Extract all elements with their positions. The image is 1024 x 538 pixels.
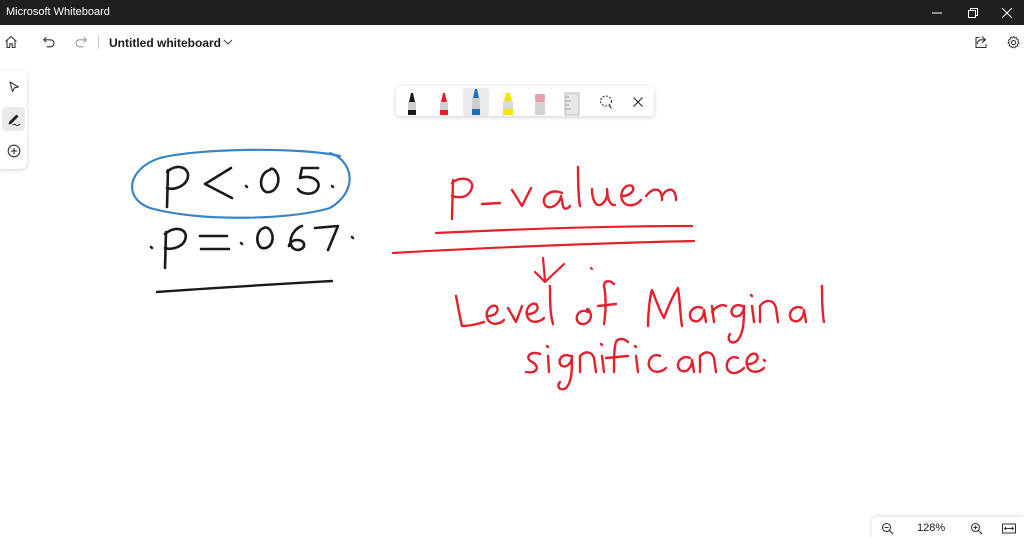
document-title[interactable]: Untitled whiteboard xyxy=(109,36,221,50)
fit-to-screen-button[interactable] xyxy=(1001,520,1017,536)
zoom-in-icon xyxy=(970,522,982,534)
close-icon xyxy=(1002,7,1012,18)
zoom-out-button[interactable] xyxy=(879,520,895,536)
fit-width-icon xyxy=(1002,523,1016,533)
zoom-in-button[interactable] xyxy=(968,520,984,536)
home-button[interactable] xyxy=(2,33,20,51)
ink-stroke-red-underline-1 xyxy=(434,224,694,235)
ink-stroke-level-of-marginal xyxy=(454,280,826,344)
toolbar-divider xyxy=(98,35,99,49)
title-dropdown-button[interactable] xyxy=(219,33,237,51)
zoom-level[interactable]: 128% xyxy=(917,522,945,534)
ink-stroke-p-less-than xyxy=(165,165,335,209)
minimize-icon xyxy=(932,12,942,13)
ink-layer xyxy=(131,148,826,391)
redo-button[interactable] xyxy=(72,33,90,51)
share-icon xyxy=(975,36,987,49)
settings-button[interactable] xyxy=(1004,33,1022,51)
ink-stroke-significance xyxy=(524,337,767,391)
ink-stroke-p-value xyxy=(450,165,678,221)
app-title: Microsoft Whiteboard xyxy=(6,6,110,18)
ink-stroke-blue-ellipse xyxy=(131,148,351,219)
gear-icon xyxy=(1006,35,1020,48)
ink-stroke-black-underline xyxy=(155,279,334,294)
ink-stroke-red-underline-2 xyxy=(391,239,696,255)
undo-icon xyxy=(43,36,55,48)
home-icon xyxy=(5,35,17,49)
redo-icon xyxy=(75,36,87,48)
share-button[interactable] xyxy=(972,33,990,51)
minimize-button[interactable] xyxy=(920,0,954,25)
app-toolbar: Untitled whiteboard xyxy=(0,25,1024,59)
zoom-out-icon xyxy=(881,522,893,534)
chevron-down-icon xyxy=(223,39,233,45)
restore-icon xyxy=(968,7,978,18)
whiteboard-canvas[interactable] xyxy=(0,59,1024,538)
restore-button[interactable] xyxy=(956,0,990,25)
close-window-button[interactable] xyxy=(990,0,1024,25)
ink-stroke-red-arrow xyxy=(533,256,594,284)
undo-button[interactable] xyxy=(40,33,58,51)
ink-stroke-p-equals xyxy=(149,224,355,270)
title-bar: Microsoft Whiteboard xyxy=(0,0,1024,25)
